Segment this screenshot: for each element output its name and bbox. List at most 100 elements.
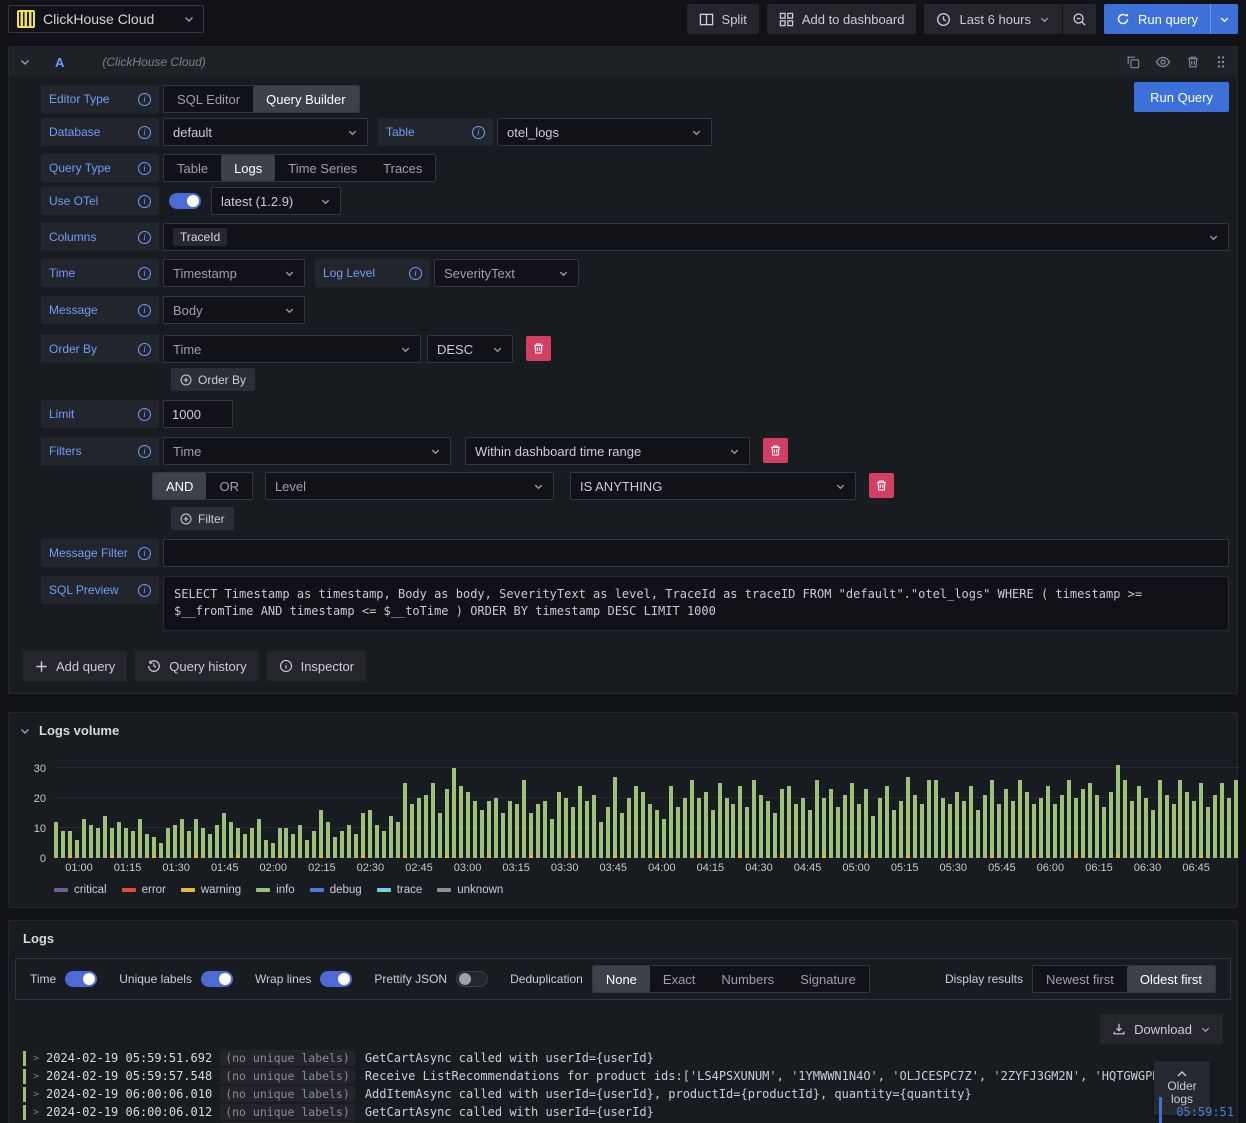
volume-bar[interactable] bbox=[710, 810, 715, 858]
volume-bar[interactable] bbox=[822, 798, 827, 858]
option-or[interactable]: OR bbox=[206, 473, 252, 499]
volume-bar[interactable] bbox=[1108, 792, 1113, 858]
query-history-button[interactable]: Query history bbox=[135, 651, 259, 681]
log-row[interactable]: >2024-02-19 05:59:51.692 (no unique label… bbox=[9, 1049, 1237, 1067]
volume-bar[interactable] bbox=[906, 777, 911, 858]
info-icon[interactable]: i bbox=[138, 342, 151, 356]
volume-bar[interactable] bbox=[361, 813, 366, 858]
volume-bar[interactable] bbox=[675, 807, 680, 858]
legend-item-debug[interactable]: debug bbox=[309, 884, 362, 896]
volume-bar[interactable] bbox=[340, 831, 345, 858]
volume-bar[interactable] bbox=[172, 825, 177, 858]
volume-bar[interactable] bbox=[1115, 765, 1120, 858]
volume-bar[interactable] bbox=[1213, 795, 1218, 858]
option-time-series[interactable]: Time Series bbox=[275, 155, 370, 181]
volume-bar[interactable] bbox=[899, 801, 904, 858]
volume-bar[interactable] bbox=[1164, 795, 1169, 858]
order-by-column-select[interactable]: Time bbox=[163, 335, 421, 363]
volume-bar[interactable] bbox=[1052, 804, 1057, 858]
volume-bar[interactable] bbox=[1185, 792, 1190, 858]
info-icon[interactable]: i bbox=[138, 194, 151, 208]
volume-bar[interactable] bbox=[850, 783, 855, 858]
volume-bar[interactable] bbox=[235, 828, 240, 858]
log-row[interactable]: >2024-02-19 05:59:57.548 (no unique label… bbox=[9, 1067, 1237, 1085]
info-icon[interactable]: i bbox=[138, 230, 151, 244]
volume-bar[interactable] bbox=[843, 795, 848, 858]
volume-bar[interactable] bbox=[542, 801, 547, 858]
volume-bar[interactable] bbox=[382, 831, 387, 858]
info-icon[interactable]: i bbox=[138, 303, 151, 317]
volume-bar[interactable] bbox=[871, 816, 876, 858]
filter2-field-select[interactable]: Level bbox=[264, 472, 554, 500]
volume-bar[interactable] bbox=[808, 810, 813, 858]
otel-version-select[interactable]: latest (1.2.9) bbox=[211, 187, 341, 215]
volume-bar[interactable] bbox=[794, 804, 799, 858]
expand-row-icon[interactable]: > bbox=[33, 1071, 39, 1082]
volume-bar[interactable] bbox=[277, 828, 282, 858]
volume-bar[interactable] bbox=[829, 789, 834, 858]
volume-bar[interactable] bbox=[920, 804, 925, 858]
duplicate-query-icon[interactable] bbox=[1126, 55, 1140, 69]
volume-bar[interactable] bbox=[563, 798, 568, 858]
volume-bar[interactable] bbox=[619, 813, 624, 858]
volume-bar[interactable] bbox=[528, 813, 533, 858]
volume-bar[interactable] bbox=[1171, 804, 1176, 858]
volume-bar[interactable] bbox=[459, 786, 464, 858]
volume-bar[interactable] bbox=[836, 807, 841, 858]
option-traces[interactable]: Traces bbox=[370, 155, 435, 181]
volume-bar[interactable] bbox=[1150, 810, 1155, 858]
zoom-out-time-button[interactable] bbox=[1063, 4, 1097, 34]
info-icon[interactable]: i bbox=[138, 407, 151, 421]
volume-bar[interactable] bbox=[403, 783, 408, 858]
legend-item-critical[interactable]: critical bbox=[54, 884, 107, 896]
volume-bar[interactable] bbox=[948, 804, 952, 858]
volume-bar[interactable] bbox=[438, 813, 443, 858]
volume-bar[interactable] bbox=[417, 798, 422, 858]
volume-bar[interactable] bbox=[731, 804, 736, 858]
volume-bar[interactable] bbox=[766, 801, 771, 858]
volume-bar[interactable] bbox=[982, 795, 987, 858]
volume-bar[interactable] bbox=[1178, 780, 1183, 858]
volume-bar[interactable] bbox=[1080, 789, 1085, 858]
collapse-chevron-icon[interactable] bbox=[19, 725, 31, 737]
add-filter-button[interactable]: Filter bbox=[171, 507, 234, 530]
split-button[interactable]: Split bbox=[686, 4, 759, 34]
volume-bar[interactable] bbox=[1234, 780, 1239, 858]
volume-bar[interactable] bbox=[410, 804, 415, 858]
volume-bar[interactable] bbox=[102, 816, 107, 858]
info-icon[interactable]: i bbox=[138, 444, 151, 458]
option-none[interactable]: None bbox=[592, 966, 650, 992]
volume-bar[interactable] bbox=[368, 810, 373, 858]
volume-bar[interactable] bbox=[158, 843, 163, 858]
volume-bar[interactable] bbox=[682, 798, 687, 858]
volume-bar[interactable] bbox=[1206, 807, 1211, 858]
inspector-button[interactable]: Inspector bbox=[266, 651, 367, 681]
volume-bar[interactable] bbox=[291, 834, 296, 858]
option-logs[interactable]: Logs bbox=[221, 155, 276, 181]
remove-query-trash-icon[interactable] bbox=[1186, 55, 1200, 69]
option-signature[interactable]: Signature bbox=[787, 966, 869, 992]
volume-bar[interactable] bbox=[1157, 780, 1162, 858]
collapse-chevron-icon[interactable] bbox=[19, 56, 31, 68]
volume-bar[interactable] bbox=[88, 825, 93, 858]
option-sql-editor[interactable]: SQL Editor bbox=[164, 86, 253, 112]
volume-bar[interactable] bbox=[612, 777, 617, 858]
info-icon[interactable]: i bbox=[138, 92, 151, 106]
option-query-builder[interactable]: Query Builder bbox=[253, 86, 359, 112]
volume-bar[interactable] bbox=[200, 828, 205, 858]
volume-bar[interactable] bbox=[319, 810, 324, 858]
volume-bar[interactable] bbox=[689, 780, 694, 858]
message-column-select[interactable]: Body bbox=[163, 296, 305, 324]
volume-bar[interactable] bbox=[878, 798, 883, 858]
volume-bar[interactable] bbox=[787, 786, 792, 858]
volume-bar[interactable] bbox=[934, 780, 939, 858]
time-column-select[interactable]: Timestamp bbox=[163, 259, 305, 287]
add-to-dashboard-button[interactable]: Add to dashboard bbox=[766, 4, 917, 34]
volume-bar[interactable] bbox=[975, 810, 980, 858]
volume-bar[interactable] bbox=[1199, 783, 1204, 858]
volume-bar[interactable] bbox=[668, 786, 673, 858]
volume-bar[interactable] bbox=[1073, 798, 1078, 858]
log-row[interactable]: >2024-02-19 06:00:06.012 (no unique label… bbox=[9, 1103, 1237, 1121]
volume-bar[interactable] bbox=[1066, 780, 1071, 858]
volume-bar[interactable] bbox=[996, 804, 1001, 858]
